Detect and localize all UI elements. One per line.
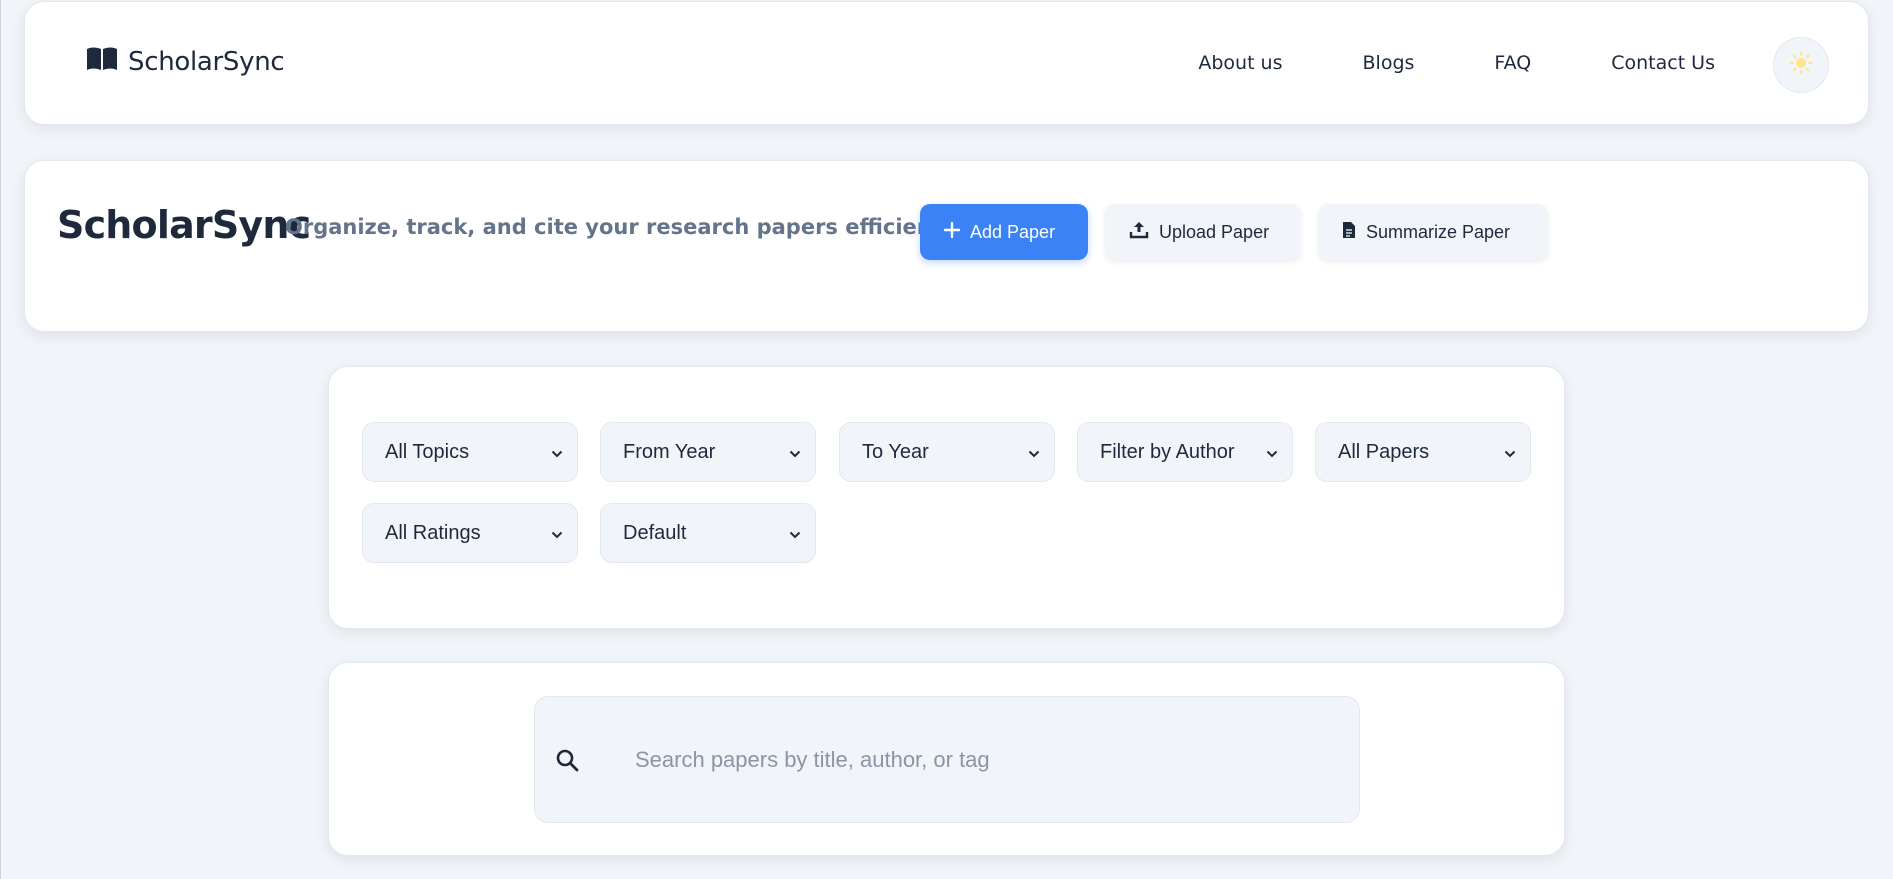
brand-logo[interactable]: ScholarSync: [86, 46, 285, 77]
chevron-down-icon: [551, 522, 563, 545]
chevron-down-icon: [1028, 441, 1040, 464]
theme-toggle-button[interactable]: [1773, 37, 1829, 93]
search-icon: [555, 748, 579, 777]
author-select[interactable]: Filter by Author: [1077, 422, 1293, 482]
sun-icon: [1789, 51, 1813, 80]
add-paper-label: Add Paper: [970, 221, 1056, 242]
search-box[interactable]: [534, 696, 1360, 823]
sort-select-value: Default: [623, 521, 687, 544]
search-panel: [328, 662, 1565, 856]
page-title: ScholarSync: [57, 203, 311, 247]
summarize-paper-button[interactable]: Summarize Paper: [1318, 204, 1548, 260]
topics-select[interactable]: All Topics: [362, 422, 578, 482]
hero-section: ScholarSync Organize, track, and cite yo…: [24, 160, 1869, 332]
top-navbar: ScholarSync About us Blogs FAQ Contact U…: [24, 1, 1869, 125]
nav-link-blogs[interactable]: Blogs: [1363, 52, 1415, 74]
nav-link-faq[interactable]: FAQ: [1494, 52, 1531, 74]
window-edge: [0, 0, 1, 879]
nav-link-about[interactable]: About us: [1198, 52, 1282, 74]
brand-name: ScholarSync: [128, 46, 285, 77]
page-subtitle: Organize, track, and cite your research …: [285, 215, 963, 239]
plus-icon: [943, 221, 961, 243]
papers-select-value: All Papers: [1338, 440, 1430, 463]
summarize-paper-label: Summarize Paper: [1366, 221, 1511, 242]
sort-select[interactable]: Default: [600, 503, 816, 563]
to-year-select-value: To Year: [862, 440, 929, 463]
ratings-select-value: All Ratings: [385, 521, 481, 544]
nav-links: About us Blogs FAQ Contact Us: [1118, 52, 1715, 74]
chevron-down-icon: [551, 441, 563, 464]
author-select-value: Filter by Author: [1100, 440, 1235, 463]
chevron-down-icon: [1504, 441, 1516, 464]
papers-select[interactable]: All Papers: [1315, 422, 1531, 482]
chevron-down-icon: [789, 441, 801, 464]
add-paper-button[interactable]: Add Paper: [920, 204, 1088, 260]
file-text-icon: [1342, 221, 1356, 244]
search-input[interactable]: [635, 737, 1335, 783]
from-year-select[interactable]: From Year: [600, 422, 816, 482]
nav-link-contact[interactable]: Contact Us: [1611, 52, 1715, 74]
chevron-down-icon: [1266, 441, 1278, 464]
book-open-icon: [86, 46, 118, 77]
ratings-select[interactable]: All Ratings: [362, 503, 578, 563]
upload-icon: [1129, 221, 1149, 244]
topics-select-value: All Topics: [385, 440, 470, 463]
upload-paper-label: Upload Paper: [1159, 221, 1270, 242]
filters-panel: All Topics From Year To Year Filter by A…: [328, 366, 1565, 629]
from-year-select-value: From Year: [623, 440, 716, 463]
upload-paper-button[interactable]: Upload Paper: [1105, 204, 1301, 260]
chevron-down-icon: [789, 522, 801, 545]
to-year-select[interactable]: To Year: [839, 422, 1055, 482]
